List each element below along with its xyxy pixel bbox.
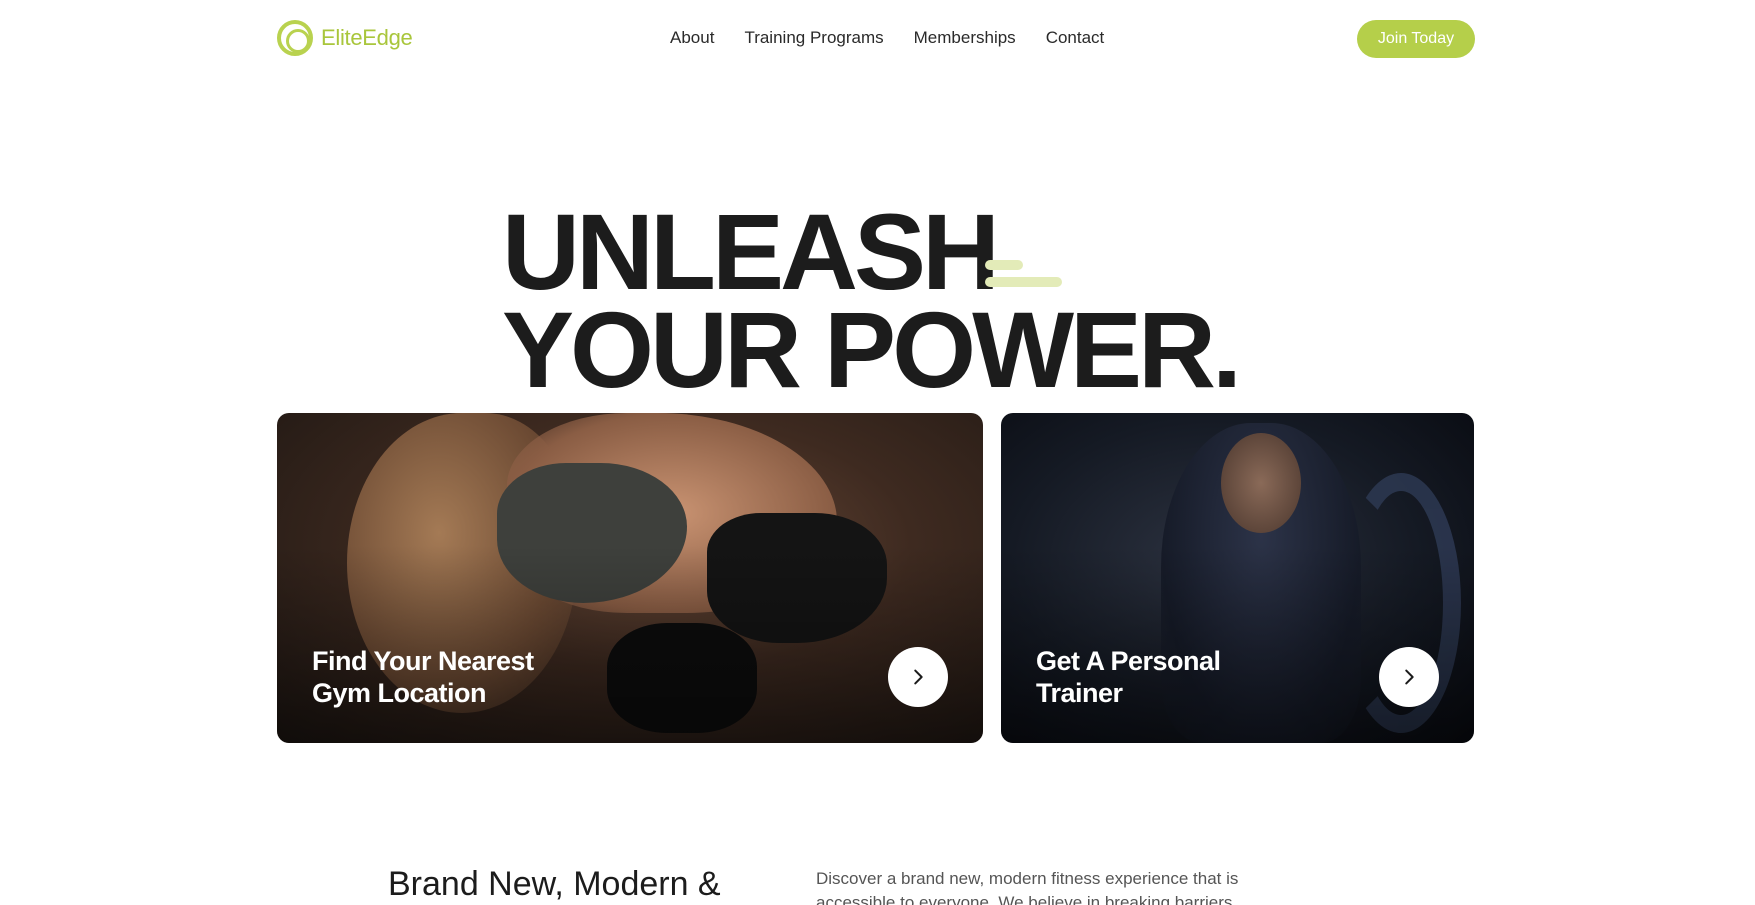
gym-location-card-title: Find Your Nearest Gym Location [312, 646, 534, 708]
nav-links: About Training Programs Memberships Cont… [670, 28, 1104, 48]
card-gradient-overlay [277, 545, 983, 743]
brand-logo[interactable]: EliteEdge [277, 20, 413, 56]
gym-location-card[interactable]: Find Your Nearest Gym Location [277, 413, 983, 743]
hero-headline-line-2: YOUR POWER. [502, 289, 1242, 410]
top-navigation: EliteEdge About Training Programs Member… [0, 0, 1755, 80]
personal-trainer-card[interactable]: Get A Personal Trainer [1001, 413, 1474, 743]
nav-link-training-programs[interactable]: Training Programs [744, 28, 883, 48]
ring-logo-icon [277, 20, 313, 56]
gym-location-arrow-button[interactable] [888, 647, 948, 707]
join-today-button[interactable]: Join Today [1357, 20, 1475, 58]
chevron-right-icon [914, 669, 923, 685]
personal-trainer-card-title: Get A Personal Trainer [1036, 646, 1221, 708]
card-gradient-overlay [1001, 545, 1474, 743]
chevron-right-icon [1405, 669, 1414, 685]
brand-name: EliteEdge [321, 25, 413, 50]
nav-link-about[interactable]: About [670, 28, 714, 48]
nav-link-memberships[interactable]: Memberships [914, 28, 1016, 48]
personal-trainer-arrow-button[interactable] [1379, 647, 1439, 707]
intro-heading: Brand New, Modern & [388, 865, 721, 903]
card-photo-trainer-head [1221, 433, 1301, 533]
hero-accent-bar-short [985, 260, 1023, 270]
intro-description: Discover a brand new, modern fitness exp… [816, 869, 1239, 905]
hero-accent-bar-long [985, 277, 1062, 287]
nav-link-contact[interactable]: Contact [1046, 28, 1105, 48]
